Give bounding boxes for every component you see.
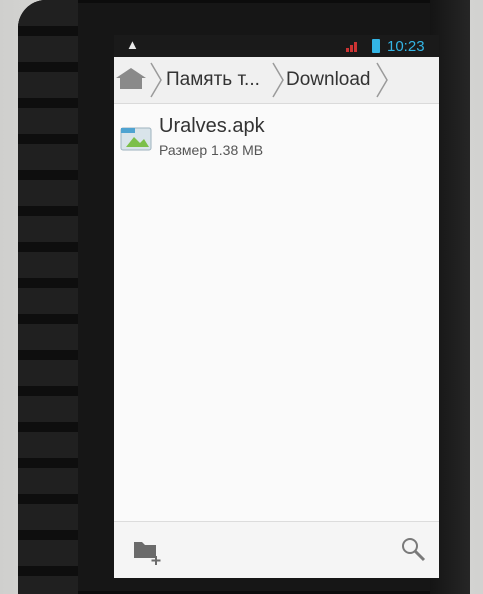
file-size: Размер 1.38 MB <box>159 142 264 158</box>
warning-icon: ▲ <box>126 37 139 52</box>
breadcrumb-item-download[interactable]: Download <box>286 66 371 94</box>
status-bar: ▲ 10:23 <box>114 35 439 57</box>
bottom-toolbar <box>114 521 439 578</box>
clock: 10:23 <box>387 38 425 55</box>
new-folder-icon[interactable] <box>132 538 164 566</box>
file-name: Uralves.apk <box>159 115 265 137</box>
search-icon[interactable] <box>400 536 426 562</box>
list-item[interactable]: Uralves.apk Размер 1.38 MB <box>114 113 439 165</box>
device-screen: ▲ 10:23 Память т... Download Uralves.apk… <box>114 35 439 578</box>
apk-file-icon <box>120 127 152 151</box>
chevron-right-icon <box>150 62 162 98</box>
breadcrumb: Память т... Download <box>114 57 439 104</box>
chevron-right-icon <box>376 62 388 98</box>
breadcrumb-item-storage[interactable]: Память т... <box>166 66 260 94</box>
phone-grip <box>18 0 78 594</box>
chevron-right-icon <box>272 62 284 98</box>
battery-icon <box>372 39 380 53</box>
signal-icon <box>346 40 360 52</box>
home-icon[interactable] <box>116 65 146 91</box>
